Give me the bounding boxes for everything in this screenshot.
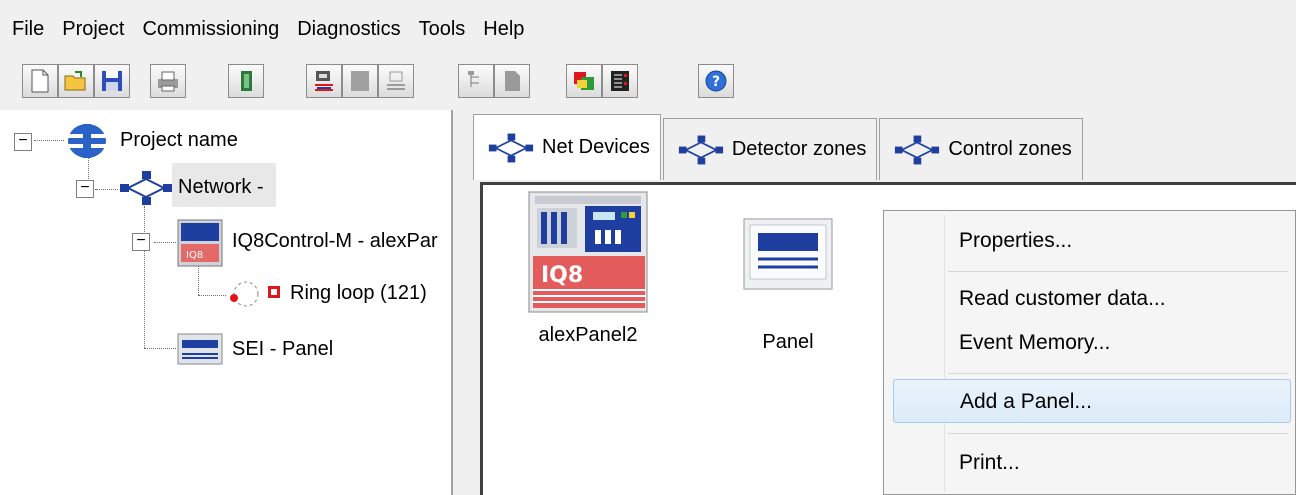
tab-net-devices[interactable]: Net Devices [473, 114, 661, 180]
exit-icon [241, 71, 252, 91]
open-button[interactable] [58, 64, 94, 98]
project-icon [68, 124, 106, 158]
tab-control-zones[interactable]: Control zones [879, 118, 1083, 180]
panel-disabled-icon [387, 71, 405, 90]
tree-button[interactable] [458, 64, 494, 98]
page-icon [505, 71, 520, 91]
tree-network[interactable]: Network - [178, 176, 264, 199]
toolbar: ? [0, 60, 1296, 106]
tree-icon [468, 71, 479, 87]
print-button[interactable] [150, 64, 186, 98]
help-icon: ? [705, 70, 727, 92]
menu-separator [948, 271, 1288, 272]
menu-commissioning[interactable]: Commissioning [136, 0, 291, 58]
menu-read-customer-data[interactable]: Read customer data... [884, 277, 1296, 321]
collapse-network-expander[interactable]: − [76, 180, 94, 198]
collapse-panel-expander[interactable]: − [132, 233, 150, 251]
tab-detector-zones[interactable]: Detector zones [662, 118, 878, 180]
menu-help[interactable]: Help [477, 0, 536, 58]
menu-bar: File Project Commissioning Diagnostics T… [0, 0, 1296, 58]
open-icon [64, 71, 86, 91]
network-icon [678, 135, 723, 164]
device-alexpanel2[interactable]: IQ8 alexPanel2 [523, 190, 653, 347]
tree-sei-panel[interactable]: SEI - Panel [232, 338, 333, 361]
context-menu: Properties... Read customer data... Even… [883, 210, 1296, 495]
network-connect-icon [315, 71, 333, 91]
menu-tools[interactable]: Tools [413, 0, 478, 58]
config-button[interactable] [566, 64, 602, 98]
menu-separator [948, 373, 1288, 374]
network-icon [120, 171, 172, 205]
menu-project[interactable]: Project [56, 0, 136, 58]
network-connect-button[interactable] [306, 64, 342, 98]
menu-file[interactable]: File [6, 0, 56, 58]
tree-ring-loop[interactable]: Ring loop (121) [290, 282, 427, 305]
network-icon [488, 133, 534, 162]
exit-button[interactable] [228, 64, 264, 98]
list-button[interactable] [602, 64, 638, 98]
help-button[interactable]: ? [698, 64, 734, 98]
new-icon [31, 69, 49, 93]
list-icon [611, 71, 629, 91]
device-panel[interactable]: Panel [733, 215, 843, 354]
svg-text:?: ? [712, 74, 720, 90]
new-button[interactable] [22, 64, 58, 98]
sei-panel-icon [177, 333, 223, 365]
project-tree: − Project name − Network - − IQ8 IQ8Cont… [0, 110, 453, 495]
save-icon [102, 71, 122, 91]
menu-properties[interactable]: Properties... [884, 219, 1296, 263]
collapse-root-expander[interactable]: − [14, 133, 32, 151]
ring-loop-icon [230, 281, 280, 307]
iq8-panel-icon: IQ8 [528, 191, 648, 313]
panel-icon [351, 71, 369, 91]
panel-disabled-button[interactable] [378, 64, 414, 98]
menu-print[interactable]: Print... [884, 441, 1296, 485]
menu-separator [948, 433, 1288, 434]
device-alexpanel2-label: alexPanel2 [538, 324, 638, 346]
svg-text:IQ8: IQ8 [186, 250, 203, 261]
tab-strip: Net Devices Detector zones Control zones [473, 114, 1085, 184]
save-button[interactable] [94, 64, 130, 98]
menu-event-memory[interactable]: Event Memory... [884, 321, 1296, 365]
print-icon [158, 71, 178, 92]
tree-iq8-panel[interactable]: IQ8Control-M - alexPar [232, 230, 438, 253]
network-icon [895, 135, 940, 164]
device-panel-label: Panel [762, 331, 814, 353]
menu-add-a-panel[interactable]: Add a Panel... [893, 379, 1291, 423]
panel-button[interactable] [342, 64, 378, 98]
page-button[interactable] [494, 64, 530, 98]
tab-net-devices-label: Net Devices [542, 136, 650, 158]
menu-diagnostics[interactable]: Diagnostics [291, 0, 412, 58]
sei-panel-icon [743, 218, 833, 290]
tree-project-name[interactable]: Project name [120, 129, 238, 152]
tab-detector-zones-label: Detector zones [731, 138, 867, 160]
tab-control-zones-label: Control zones [948, 138, 1072, 160]
config-icon [574, 72, 594, 90]
iq8-panel-icon: IQ8 [177, 219, 223, 267]
svg-text:IQ8: IQ8 [541, 263, 583, 288]
